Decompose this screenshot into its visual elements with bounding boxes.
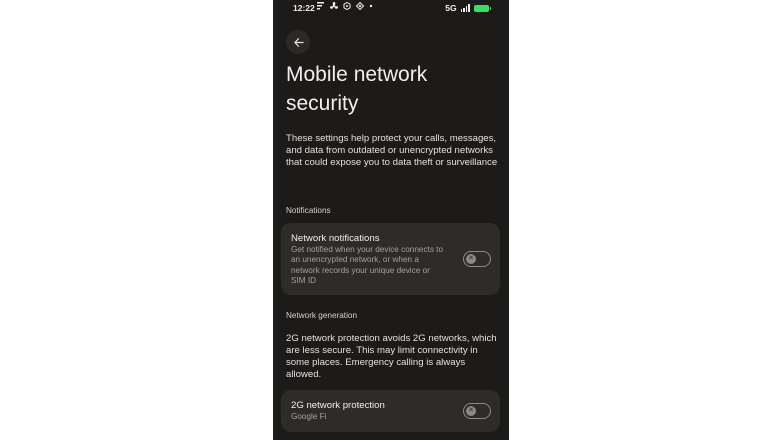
network-notifications-description: Get notified when your device connects t… [291, 245, 444, 285]
settings-gear-icon [343, 1, 351, 13]
2g-protection-toggle[interactable]: ✕ [463, 403, 491, 419]
phone-screen: 12:22 5G Mobile network security These s… [273, 0, 509, 440]
page-description: These settings help protect your calls, … [286, 133, 498, 168]
network-notifications-toggle[interactable]: ✕ [463, 251, 491, 267]
status-time: 12:22 [293, 3, 315, 13]
network-type: 5G [445, 3, 457, 13]
battery-icon [474, 4, 491, 12]
2g-protection-title: 2G network protection [291, 400, 385, 411]
page-title: Mobile network security [286, 63, 428, 115]
close-icon: ✕ [466, 254, 476, 264]
network-generation-description: 2G network protection avoids 2G networks… [286, 333, 497, 380]
signal-icon [460, 4, 470, 12]
section-label-notifications: Notifications [286, 206, 331, 215]
notification-icon [317, 2, 325, 13]
diamond-icon [355, 1, 365, 13]
section-label-network-generation: Network generation [286, 311, 357, 320]
close-icon: ✕ [466, 406, 476, 416]
back-button[interactable] [286, 30, 310, 54]
dot-icon [369, 2, 373, 13]
status-bar: 12:22 5G [273, 0, 509, 16]
network-notifications-title: Network notifications [291, 233, 380, 244]
2g-network-protection-card[interactable]: 2G network protection Google Fi ✕ [281, 390, 500, 432]
status-notification-icons [317, 1, 373, 13]
arrow-back-icon [293, 37, 304, 47]
2g-protection-subtitle: Google Fi [291, 412, 327, 421]
status-right: 5G [445, 3, 491, 13]
network-notifications-card[interactable]: Network notifications Get notified when … [281, 223, 500, 295]
fan-icon [330, 2, 338, 13]
